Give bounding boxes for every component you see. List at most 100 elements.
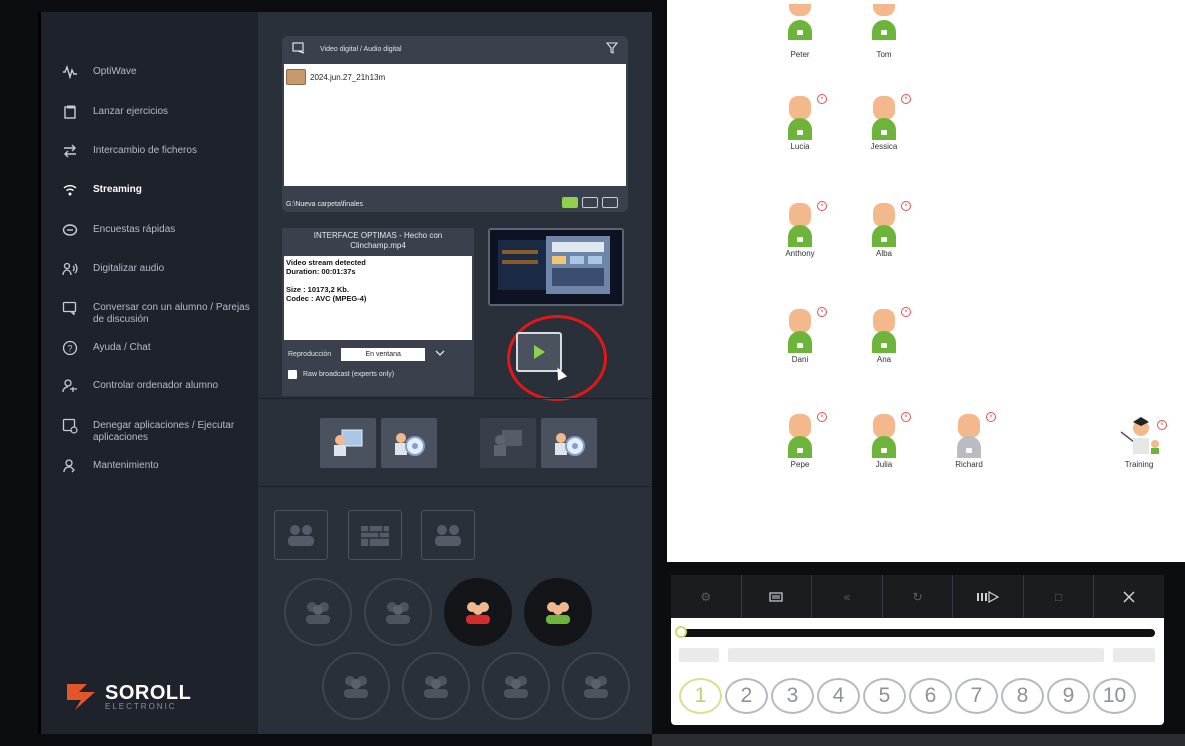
close-icon[interactable]	[1094, 575, 1164, 618]
play-icon	[534, 345, 545, 359]
play-button[interactable]	[516, 332, 562, 372]
student-tom[interactable]: Tom	[854, 0, 914, 59]
soroll-logo: SOROLL ELECTRONIC	[65, 682, 191, 712]
track-button-2[interactable]: 2	[725, 678, 768, 714]
loop-icon[interactable]: ↻	[883, 575, 954, 618]
progress-bar[interactable]	[675, 626, 1155, 638]
student-pepe[interactable]: × Pepe	[770, 412, 830, 469]
sidebar-item-encuestas[interactable]: Encuestas rápidas	[59, 222, 259, 238]
remove-icon[interactable]: ×	[817, 412, 827, 422]
open-folder-icon[interactable]	[562, 197, 578, 208]
poll-icon	[59, 222, 81, 238]
student-training[interactable]: × Training	[1109, 414, 1169, 469]
launch-icon	[59, 104, 81, 120]
sidebar-item-controlar[interactable]: Controlar ordenador alumno	[59, 378, 259, 394]
wall-icon	[361, 526, 389, 546]
file-path: G:\Nueva carpeta\finales	[286, 201, 364, 208]
wall-button[interactable]	[348, 510, 402, 560]
sidebar-item-ayuda-chat[interactable]: ? Ayuda / Chat	[59, 340, 259, 356]
student-richard[interactable]: × Richard	[939, 412, 999, 469]
track-button-10[interactable]: 10	[1093, 678, 1136, 714]
chat-icon	[59, 300, 81, 316]
remove-icon[interactable]: ×	[986, 412, 996, 422]
student-avatar-icon: ×	[785, 307, 827, 353]
student-jessica[interactable]: × Jessica	[854, 94, 914, 151]
group-circle-button[interactable]	[482, 652, 550, 720]
teacher-broadcast-disabled-button[interactable]	[480, 418, 536, 468]
student-alba[interactable]: × Alba	[854, 201, 914, 258]
group-circle-button[interactable]	[284, 578, 352, 646]
track-button-7[interactable]: 7	[955, 678, 998, 714]
track-button-4[interactable]: 4	[817, 678, 860, 714]
sidebar-item-denegar[interactable]: Denegar aplicaciones / Ejecutar aplicaci…	[59, 418, 259, 444]
remove-icon[interactable]: ×	[817, 201, 827, 211]
settings-icon[interactable]: ⚙	[671, 575, 742, 618]
chevron-down-icon[interactable]	[435, 350, 445, 359]
student-ana[interactable]: × Ana	[854, 307, 914, 364]
info-line: Size : 10173,2 Kb.	[286, 285, 349, 294]
media-title: INTERFACE OPTIMAS - Hecho con Clinchamp.…	[313, 231, 443, 250]
sidebar-item-optiwave[interactable]: OptiWave	[59, 64, 259, 80]
green-group-button[interactable]	[524, 578, 592, 646]
sidebar-item-intercambio[interactable]: Intercambio de ficheros	[59, 143, 259, 159]
student-lucia[interactable]: × Lucia	[770, 94, 830, 151]
track-button-6[interactable]: 6	[909, 678, 952, 714]
streaming-panel: Video digital / Audio digital 2024.jun.2…	[258, 12, 652, 734]
sidebar-item-lanzar-ejercicios[interactable]: Lanzar ejercicios	[59, 104, 259, 120]
divider	[258, 398, 652, 399]
student-dani[interactable]: × Dani	[770, 307, 830, 364]
screen-icon[interactable]	[742, 575, 813, 618]
remove-icon[interactable]: ×	[901, 94, 911, 104]
stop-icon[interactable]: □	[1024, 575, 1095, 618]
remove-icon[interactable]: ×	[901, 201, 911, 211]
group-select-button[interactable]	[421, 510, 475, 560]
sidebar-item-digitalizar-audio[interactable]: Digitalizar audio	[59, 261, 259, 277]
remove-icon[interactable]: ×	[901, 412, 911, 422]
time-field	[679, 648, 719, 662]
folder-up-icon[interactable]	[602, 197, 618, 208]
student-name: Ana	[876, 355, 892, 364]
group-circle-button[interactable]	[364, 578, 432, 646]
track-button-8[interactable]: 8	[1001, 678, 1044, 714]
teacher-broadcast-button[interactable]	[320, 418, 376, 468]
student-julia[interactable]: × Julia	[854, 412, 914, 469]
duration-field	[1113, 648, 1155, 662]
group-circle-button[interactable]	[402, 652, 470, 720]
track-button-3[interactable]: 3	[771, 678, 814, 714]
info-line: Codec : AVC (MPEG-4)	[286, 294, 367, 303]
folder-icon[interactable]	[582, 197, 598, 208]
sidebar-item-mantenimiento[interactable]: Mantenimiento	[59, 458, 259, 474]
pause-play-icon[interactable]	[953, 575, 1024, 618]
student-broadcast-button[interactable]	[381, 418, 437, 468]
remove-icon[interactable]: ×	[901, 307, 911, 317]
group-circle-button[interactable]	[322, 652, 390, 720]
student-avatar-icon: ×	[785, 201, 827, 247]
red-group-button[interactable]	[444, 578, 512, 646]
track-button-5[interactable]: 5	[863, 678, 906, 714]
remove-icon[interactable]: ×	[1157, 420, 1167, 430]
sidebar-item-label: Conversar con un alumno / Parejas de dis…	[93, 302, 250, 325]
list-item[interactable]: 2024.jun.27_21h13m	[284, 64, 626, 90]
track-button-9[interactable]: 9	[1047, 678, 1090, 714]
progress-knob[interactable]	[675, 626, 687, 638]
sidebar-item-streaming[interactable]: Streaming	[59, 182, 259, 198]
group-button[interactable]	[274, 510, 328, 560]
student-name: Anthony	[785, 249, 815, 258]
group-icon	[288, 525, 314, 546]
remove-icon[interactable]: ×	[817, 307, 827, 317]
raw-broadcast-checkbox[interactable]	[288, 370, 297, 379]
rewind-icon[interactable]: «	[812, 575, 883, 618]
filter-icon[interactable]	[605, 42, 619, 56]
group-icon	[386, 602, 410, 624]
group-circle-button[interactable]	[562, 652, 630, 720]
media-type-icon[interactable]	[292, 42, 308, 56]
file-list[interactable]: 2024.jun.27_21h13m	[284, 64, 626, 186]
sidebar-item-label: Encuestas rápidas	[93, 224, 176, 235]
playback-mode-select[interactable]: En ventana	[341, 348, 426, 361]
student-anthony[interactable]: × Anthony	[770, 201, 830, 258]
sidebar-item-conversar[interactable]: Conversar con un alumno / Parejas de dis…	[59, 300, 259, 326]
track-button-1[interactable]: 1	[679, 678, 722, 714]
remove-icon[interactable]: ×	[817, 94, 827, 104]
student-peter[interactable]: Peter	[770, 0, 830, 59]
student-disc-broadcast-button[interactable]	[541, 418, 597, 468]
